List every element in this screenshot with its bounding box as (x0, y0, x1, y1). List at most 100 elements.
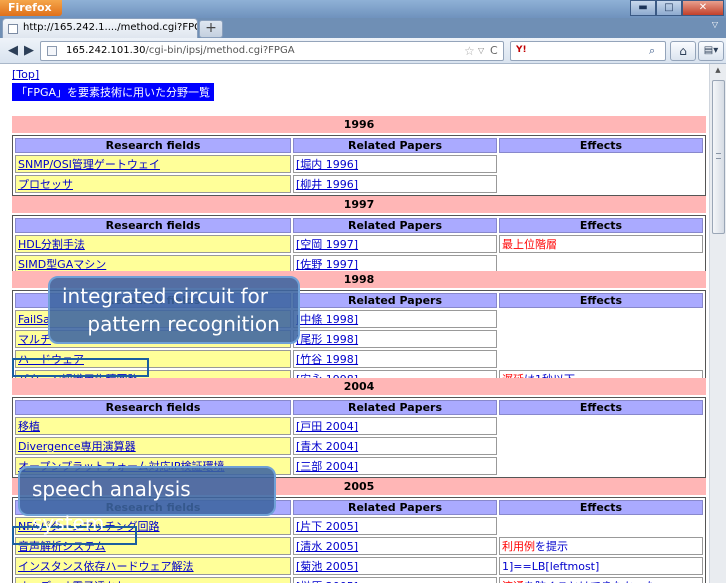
research-field-cell: プロセッサ (15, 175, 291, 193)
table-row: インスタンス依存ハードウェア解法 [菊池 2005] 1]==LB[leftmost… (15, 557, 703, 575)
header-related-papers: Related Papers (293, 218, 497, 233)
scroll-up-icon[interactable]: ▲ (712, 66, 724, 76)
back-button[interactable]: ◀ (3, 42, 23, 60)
search-bar[interactable]: Y! ⌕ (510, 41, 666, 61)
effect-text: 最上位階層 (502, 238, 557, 251)
navigation-toolbar: ◀ ▶ 165.242.101.30/cgi-bin/ipsj/method.c… (0, 38, 726, 64)
related-paper-link[interactable]: [清水 2005] (296, 540, 358, 553)
related-paper-cell: [竹谷 1998] (293, 350, 497, 368)
effect-text: 利用例 (502, 540, 535, 553)
page-icon (8, 24, 18, 34)
firefox-menu-button[interactable]: Firefox (0, 0, 62, 16)
table-row: HDL分割手法 [空岡 1997] 最上位階層 (15, 235, 703, 253)
tab-bar: http://165.242.1..../method.cgi?FPGA + ▽ (0, 16, 726, 38)
site-identity-icon[interactable] (47, 46, 57, 56)
header-research-fields: Research fields (15, 400, 291, 415)
bookmarks-menu-button[interactable]: ▤▾ (698, 41, 724, 61)
related-paper-link[interactable]: [空岡 1997] (296, 238, 358, 251)
related-paper-link[interactable]: [堀内 1996] (296, 158, 358, 171)
related-paper-cell: [青木 2004] (293, 437, 497, 455)
scroll-grip-icon (716, 153, 721, 159)
research-field-cell: インスタンス依存ハードウェア解法 (15, 557, 291, 575)
table-1997: Research fields Related Papers Effects HDL分… (12, 215, 706, 276)
tab-active[interactable]: http://165.242.1..../method.cgi?FPGA (2, 18, 198, 38)
highlight-pattern-recognition (12, 358, 149, 377)
research-field-cell: オーディオ電子透かし (15, 577, 291, 583)
related-paper-cell: [片下 2005] (293, 517, 497, 535)
reload-icon[interactable]: C (490, 44, 498, 57)
vertical-scrollbar[interactable]: ▲ (709, 64, 726, 583)
home-button[interactable]: ⌂ (670, 41, 696, 61)
research-field-link[interactable]: SNMP/OSI管理ゲートウェイ (18, 158, 160, 171)
new-tab-button[interactable]: + (199, 20, 223, 38)
related-paper-link[interactable]: [竹谷 1998] (296, 353, 358, 366)
related-paper-link[interactable]: [柳井 1996] (296, 178, 358, 191)
url-text[interactable]: 165.242.101.30/cgi-bin/ipsj/method.cgi?F… (66, 45, 295, 56)
effect-cell (499, 350, 703, 368)
table-row: SNMP/OSI管理ゲートウェイ [堀内 1996] (15, 155, 703, 173)
effect-cell: 利用例を提示 (499, 537, 703, 555)
related-paper-link[interactable]: [青木 2004] (296, 440, 358, 453)
tab-list-icon[interactable]: ▽ (708, 20, 722, 34)
effect-cell (499, 517, 703, 535)
effect-cell: 最上位階層 (499, 235, 703, 253)
related-paper-cell: [柳井 1996] (293, 175, 497, 193)
related-paper-link[interactable]: [三部 2004] (296, 460, 358, 473)
related-paper-cell: [中條 1998] (293, 310, 497, 328)
research-field-link[interactable]: HDL分割手法 (18, 238, 85, 251)
scrollbar-thumb[interactable] (712, 80, 725, 234)
related-paper-cell: [菊池 2005] (293, 557, 497, 575)
url-path: /cgi-bin/ipsj/method.cgi?FPGA (145, 45, 295, 56)
table-row: 移植 [戸田 2004] (15, 417, 703, 435)
related-paper-link[interactable]: [戸田 2004] (296, 420, 358, 433)
url-bar[interactable]: 165.242.101.30/cgi-bin/ipsj/method.cgi?F… (40, 41, 504, 61)
research-field-link[interactable]: プロセッサ (18, 178, 73, 191)
header-research-fields: Research fields (15, 138, 291, 153)
research-field-link[interactable]: FailSa (18, 313, 50, 326)
effect-cell (499, 155, 703, 173)
research-field-cell: HDL分割手法 (15, 235, 291, 253)
research-field-link[interactable]: インスタンス依存ハードウェア解法 (18, 560, 194, 573)
effect-cell (499, 417, 703, 435)
history-dropdown-icon[interactable]: ▽ (478, 46, 484, 55)
header-effects: Effects (499, 218, 703, 233)
related-paper-link[interactable]: [尾形 1998] (296, 333, 358, 346)
related-paper-cell: [戸田 2004] (293, 417, 497, 435)
minimize-button[interactable]: ▬ (630, 0, 656, 16)
forward-button[interactable]: ▶ (21, 42, 37, 60)
search-icon[interactable]: ⌕ (649, 44, 655, 58)
header-effects: Effects (499, 500, 703, 515)
header-effects: Effects (499, 138, 703, 153)
year-header-1997: 1997 (12, 196, 706, 213)
related-paper-link[interactable]: [菊池 2005] (296, 560, 358, 573)
table-row: プロセッサ [柳井 1996] (15, 175, 703, 193)
header-related-papers: Related Papers (293, 400, 497, 415)
research-field-link[interactable]: SIMD型GAマシン (18, 258, 106, 271)
related-paper-link[interactable]: [佐野 1997] (296, 258, 358, 271)
related-paper-link[interactable]: [中條 1998] (296, 313, 358, 326)
research-field-cell: Divergence専用演算器 (15, 437, 291, 455)
close-button[interactable]: ✕ (682, 0, 724, 16)
related-paper-link[interactable]: [片下 2005] (296, 520, 358, 533)
header-related-papers: Related Papers (293, 138, 497, 153)
page-heading: 「FPGA」を要素技術に用いた分野一覧 (12, 83, 215, 101)
research-field-link[interactable]: Divergence専用演算器 (18, 440, 136, 453)
effect-text: 1]==LB[leftmost] (502, 559, 600, 573)
url-host: 165.242.101.30 (66, 45, 146, 56)
related-paper-cell: [堀内 1996] (293, 155, 497, 173)
effect-cell (499, 310, 703, 328)
header-effects: Effects (499, 400, 703, 415)
effect-cell (499, 457, 703, 475)
year-header-1996: 1996 (12, 116, 706, 133)
callout-speech-analysis: speech analysis system (18, 466, 276, 535)
bookmark-star-icon[interactable]: ☆ (464, 44, 475, 58)
top-link[interactable]: [Top] (12, 68, 39, 81)
table-row: Divergence専用演算器 [青木 2004] (15, 437, 703, 455)
effect-cell (499, 175, 703, 193)
search-engine-icon[interactable]: Y! (516, 45, 527, 55)
research-field-link[interactable]: 移植 (18, 420, 40, 433)
maximize-button[interactable]: □ (656, 0, 682, 16)
table-1996: Research fields Related Papers Effects SNMP… (12, 135, 706, 196)
header-research-fields: Research fields (15, 218, 291, 233)
research-field-link[interactable]: マルチ (18, 333, 51, 346)
